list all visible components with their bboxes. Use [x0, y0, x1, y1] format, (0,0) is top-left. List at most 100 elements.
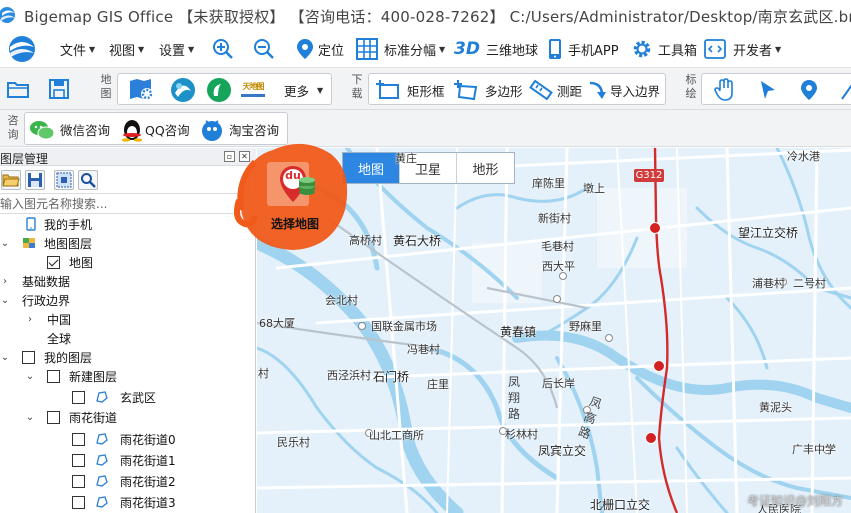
xuanwu-checkbox[interactable] [72, 391, 85, 404]
map-label: 石门桥 [373, 370, 410, 384]
tree-item-yuhua-street[interactable]: ⌄ 雨花街道 [0, 407, 256, 428]
chevron-down-icon[interactable]: ⌄ [25, 371, 35, 382]
poi-dot-icon[interactable] [358, 322, 366, 330]
tree-item-basic-data[interactable]: › 基础数据 [0, 271, 256, 292]
map-label: 山北工商所 [369, 429, 424, 442]
metro-station-icon[interactable] [649, 222, 661, 234]
polygon-add-icon [454, 80, 478, 101]
yuhua-street-checkbox[interactable] [47, 411, 60, 424]
standard-grid-button[interactable]: 标准分幅 ▼ [356, 30, 445, 68]
choose-map-widget[interactable]: du 选择地图 [233, 140, 357, 255]
tree-item-xuanwu[interactable]: 玄武区 [0, 387, 256, 408]
tree-label: 基础数据 [22, 275, 71, 289]
chevron-right-icon[interactable]: › [25, 314, 35, 325]
panel-header: 图层管理 ▫ ✕ [0, 148, 256, 166]
import-arrow-icon [589, 81, 606, 99]
chevron-down-icon[interactable]: ⌄ [0, 352, 10, 363]
tree-item-new-layer[interactable]: ⌄ 新建图层 [0, 366, 256, 387]
yuhua-3-checkbox[interactable] [72, 496, 85, 509]
menu-settings-label: 设置 [159, 43, 186, 59]
tree-item-yuhua-1[interactable]: 雨花街道1 [0, 450, 256, 471]
three-d-globe-label: 三维地球 [485, 43, 538, 59]
qq-consult-button[interactable]: QQ咨询 [121, 113, 190, 146]
tree-item-yuhua-2[interactable]: 雨花街道2 [0, 471, 256, 492]
tree-item-yuhua-3[interactable]: 雨花街道3 [0, 492, 256, 513]
map-source-b-button[interactable] [206, 74, 232, 106]
save-button[interactable] [48, 73, 70, 105]
select-pointer-button[interactable] [758, 74, 778, 106]
map-label: 冷水港 [787, 150, 820, 163]
toolbox-button[interactable]: 工具箱 [632, 30, 697, 68]
tree-label: 雨花街道 [69, 411, 118, 425]
wechat-consult-button[interactable]: 微信咨询 [29, 113, 110, 146]
tree-item-china[interactable]: › 中国 [0, 309, 256, 330]
rect-download-button[interactable]: 矩形框 [375, 74, 445, 106]
layer-search-input[interactable] [0, 194, 250, 213]
menu-file[interactable]: 文件 ▼ [60, 30, 95, 68]
open-layer-button[interactable] [1, 170, 21, 190]
tree-item-my-phone[interactable]: 我的手机 [0, 214, 256, 235]
poi-dot-icon[interactable] [553, 295, 561, 303]
metro-station-icon[interactable] [645, 432, 657, 444]
measure-distance-button[interactable]: 测距 [529, 74, 582, 106]
choose-map-label: 选择地图 [271, 217, 320, 231]
save-layer-button[interactable] [25, 170, 45, 190]
tianditu-button[interactable]: 天地图 [239, 74, 267, 106]
add-marker-button[interactable] [800, 74, 818, 106]
map-label: 后长岸 [542, 377, 575, 390]
pan-hand-button[interactable] [714, 74, 736, 106]
chevron-down-icon[interactable]: ⌄ [25, 412, 35, 423]
taobao-icon [202, 119, 222, 141]
qq-penguin-icon [122, 119, 142, 142]
draw-line-button[interactable] [840, 74, 851, 106]
tree-item-my-layers[interactable]: ⌄ 我的图层 [0, 347, 256, 368]
map-visibility-checkbox[interactable] [47, 256, 60, 269]
tree-item-map[interactable]: 地图 [0, 252, 256, 273]
mobile-app-button[interactable]: 手机APP [548, 30, 619, 68]
map-manager-button[interactable] [128, 74, 156, 106]
map-label: 村 [258, 367, 269, 380]
chevron-down-icon[interactable]: ⌄ [0, 238, 10, 249]
yuhua-0-checkbox[interactable] [72, 433, 85, 446]
select-extent-button[interactable] [54, 170, 74, 190]
download-group-label: 下载 [351, 73, 363, 100]
polygon-download-button[interactable]: 多边形 [453, 74, 523, 106]
search-layer-button[interactable] [78, 170, 98, 190]
locate-button[interactable]: 定位 [296, 30, 344, 68]
road-shield-g312: G312 [634, 169, 664, 182]
map-label: 新街村 [538, 212, 571, 225]
map-label: 民乐村 [277, 436, 310, 449]
my-layers-checkbox[interactable] [22, 351, 35, 364]
poi-dot-icon[interactable] [605, 334, 613, 342]
map-label: 庠陈里 [532, 177, 565, 190]
map-source-a-button[interactable] [170, 74, 196, 106]
polygon-shape-icon [96, 496, 108, 508]
tree-label: 雨花街道3 [120, 496, 176, 510]
tab-terrain[interactable]: 地形 [457, 153, 514, 183]
mobile-phone-icon [26, 217, 36, 231]
chevron-right-icon[interactable]: › [0, 276, 10, 287]
more-maps-button[interactable]: 更多 ▼ [284, 74, 323, 106]
yuhua-1-checkbox[interactable] [72, 454, 85, 467]
menu-settings[interactable]: 设置 ▼ [159, 30, 194, 68]
app-menu-logo[interactable] [6, 30, 38, 68]
tree-item-map-layer[interactable]: ⌄ 地图图层 [0, 233, 256, 254]
zoom-in-button[interactable] [212, 30, 234, 68]
chevron-down-icon[interactable]: ⌄ [0, 295, 10, 306]
tree-item-admin-boundary[interactable]: ⌄ 行政边界 [0, 290, 256, 311]
tree-item-yuhua-0[interactable]: 雨花街道0 [0, 429, 256, 450]
metro-station-icon[interactable] [653, 360, 665, 372]
developer-menu[interactable]: 开发者 ▼ [704, 30, 781, 68]
map-source-group: 天地图 更多 ▼ [117, 73, 332, 105]
annotate-group [701, 73, 851, 105]
tree-label: 地图图层 [44, 237, 93, 251]
zoom-out-button[interactable] [253, 30, 275, 68]
new-layer-checkbox[interactable] [47, 370, 60, 383]
tree-label: 地图 [69, 256, 94, 270]
tree-item-global[interactable]: 全球 [0, 328, 256, 349]
yuhua-2-checkbox[interactable] [72, 475, 85, 488]
open-folder-button[interactable] [6, 73, 30, 105]
three-d-globe-button[interactable]: 3D 三维地球 [454, 30, 538, 68]
import-boundary-button[interactable]: 导入边界 [587, 74, 660, 106]
menu-view[interactable]: 视图 ▼ [109, 30, 144, 68]
